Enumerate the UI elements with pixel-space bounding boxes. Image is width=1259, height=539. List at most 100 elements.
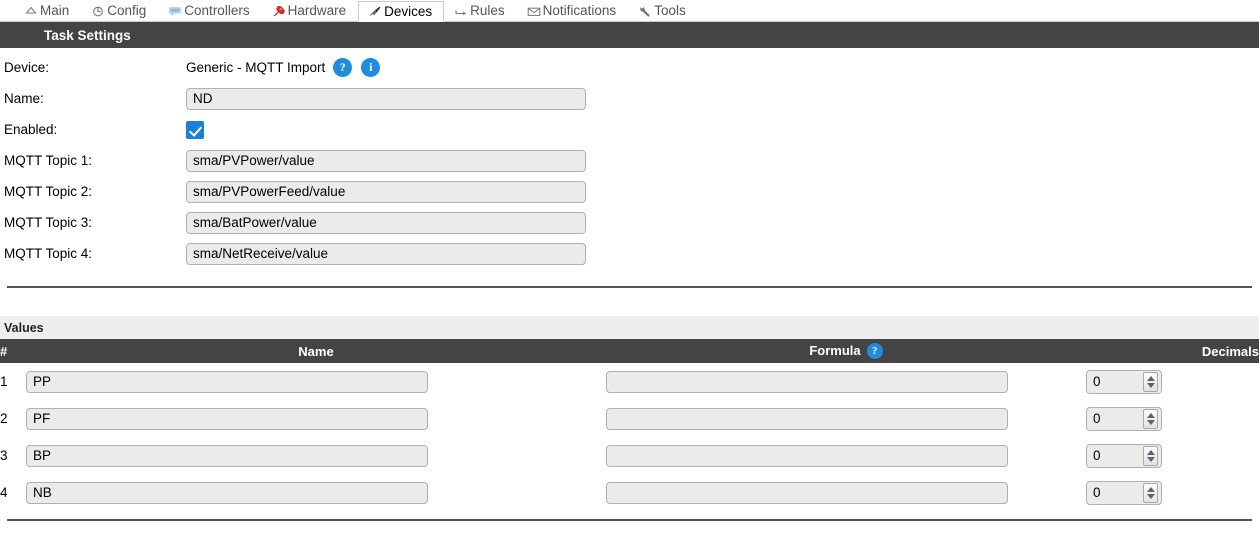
help-icon[interactable]: ? <box>333 58 353 77</box>
info-icon[interactable]: i <box>361 58 381 77</box>
decimals-input-2[interactable] <box>1087 411 1143 426</box>
task-settings-form: Device: Generic - MQTT Import ? i Name: … <box>0 48 1259 269</box>
column-header-number: # <box>0 339 26 363</box>
row-name-cell <box>26 437 606 474</box>
chevron-up-icon[interactable] <box>1146 375 1155 381</box>
formula-help-icon[interactable]: ? <box>866 343 883 360</box>
row-name-cell <box>26 400 606 437</box>
chevron-down-icon[interactable] <box>1146 493 1155 499</box>
stepper-arrows-4[interactable] <box>1143 482 1158 503</box>
table-row: 1 <box>0 363 1259 400</box>
tab-tools[interactable]: Tools <box>628 0 698 21</box>
value-formula-input-1[interactable] <box>606 370 1008 393</box>
chevron-up-icon[interactable] <box>1146 412 1155 418</box>
tab-label: Config <box>107 3 147 19</box>
tab-label: Hardware <box>287 3 347 19</box>
device-value: Generic - MQTT Import <box>186 60 326 75</box>
home-icon <box>24 5 38 18</box>
enabled-row: Enabled: <box>0 114 1259 145</box>
mqtt-topic-2-label: MQTT Topic 2: <box>4 184 93 199</box>
tab-label: Main <box>40 3 70 19</box>
decimals-stepper-1[interactable] <box>1086 369 1162 394</box>
decimals-stepper-4[interactable] <box>1086 480 1162 505</box>
tab-label: Rules <box>470 3 505 19</box>
mqtt-topic-3-input[interactable] <box>186 211 586 234</box>
row-formula-cell <box>606 437 1086 474</box>
name-label: Name: <box>4 91 44 106</box>
values-section-header: Values <box>0 316 1259 339</box>
mqtt-topic-1-label: MQTT Topic 1: <box>4 153 93 168</box>
pushpin-icon <box>272 5 286 18</box>
stepper-arrows-3[interactable] <box>1143 445 1158 466</box>
values-section-label: Values <box>4 320 44 335</box>
gear-icon <box>91 5 105 18</box>
decimals-input-3[interactable] <box>1087 448 1143 463</box>
stepper-arrows-2[interactable] <box>1143 408 1158 429</box>
tab-label: Controllers <box>184 3 250 19</box>
task-settings-header: Task Settings <box>0 22 1259 48</box>
row-decimals-cell <box>1086 400 1259 437</box>
mqtt-topic-4-row: MQTT Topic 4: <box>0 238 1259 269</box>
column-header-formula: Formula? <box>606 339 1086 363</box>
value-name-input-2[interactable] <box>26 407 428 430</box>
tab-main[interactable]: Main <box>14 0 81 21</box>
row-formula-cell <box>606 474 1086 511</box>
decimals-stepper-2[interactable] <box>1086 406 1162 431</box>
tab-label: Notifications <box>542 3 617 19</box>
row-decimals-cell <box>1086 363 1259 400</box>
value-formula-input-4[interactable] <box>606 481 1008 504</box>
column-header-decimals: Decimals <box>1086 339 1259 363</box>
envelope-icon <box>527 5 541 18</box>
value-formula-input-2[interactable] <box>606 407 1008 430</box>
chevron-up-icon[interactable] <box>1146 486 1155 492</box>
enabled-checkbox[interactable] <box>186 120 204 139</box>
value-name-input-4[interactable] <box>26 481 428 504</box>
tab-rules[interactable]: Rules <box>444 0 517 21</box>
row-formula-cell <box>606 400 1086 437</box>
device-row: Device: Generic - MQTT Import ? i <box>0 52 1259 83</box>
row-formula-cell <box>606 363 1086 400</box>
mqtt-topic-4-label: MQTT Topic 4: <box>4 246 93 261</box>
arrow-icon <box>454 5 468 18</box>
task-name-input[interactable] <box>186 87 586 110</box>
decimals-stepper-3[interactable] <box>1086 443 1162 468</box>
values-table: # Name Formula? Decimals 1 PP 0 2 PF 0 3… <box>0 339 1259 511</box>
row-decimals-cell <box>1086 474 1259 511</box>
tab-notifications[interactable]: Notifications <box>517 0 629 21</box>
table-row: 3 <box>0 437 1259 474</box>
plug-icon <box>368 5 382 18</box>
mqtt-topic-2-input[interactable] <box>186 180 586 203</box>
values-table-header-row: # Name Formula? Decimals <box>0 339 1259 363</box>
row-number: 1 <box>0 374 8 389</box>
row-name-cell <box>26 474 606 511</box>
chevron-down-icon[interactable] <box>1146 456 1155 462</box>
mqtt-topic-3-row: MQTT Topic 3: <box>0 207 1259 238</box>
chat-icon <box>168 5 182 18</box>
tab-config[interactable]: Config <box>81 0 158 21</box>
task-settings-title: Task Settings <box>44 27 131 43</box>
tab-controllers[interactable]: Controllers <box>158 0 261 21</box>
mqtt-topic-2-row: MQTT Topic 2: <box>0 176 1259 207</box>
chevron-down-icon[interactable] <box>1146 382 1155 388</box>
mqtt-topic-1-row: MQTT Topic 1: <box>0 145 1259 176</box>
column-header-formula-label: Formula <box>809 342 861 358</box>
mqtt-topic-1-input[interactable] <box>186 149 586 172</box>
chevron-down-icon[interactable] <box>1146 419 1155 425</box>
decimals-input-4[interactable] <box>1087 485 1143 500</box>
tab-devices[interactable]: Devices <box>358 1 445 22</box>
table-row: 4 <box>0 474 1259 511</box>
value-name-input-3[interactable] <box>26 444 428 467</box>
main-navigation-tabs: Main Config Controllers Hardware Devices… <box>0 0 1259 22</box>
value-formula-input-3[interactable] <box>606 444 1008 467</box>
name-row: Name: <box>0 83 1259 114</box>
row-name-cell <box>26 363 606 400</box>
tab-label: Tools <box>654 3 686 19</box>
row-number: 4 <box>0 485 8 500</box>
stepper-arrows-1[interactable] <box>1143 371 1158 392</box>
tab-hardware[interactable]: Hardware <box>262 0 359 21</box>
chevron-up-icon[interactable] <box>1146 449 1155 455</box>
table-row: 2 <box>0 400 1259 437</box>
decimals-input-1[interactable] <box>1087 374 1143 389</box>
value-name-input-1[interactable] <box>26 370 428 393</box>
mqtt-topic-4-input[interactable] <box>186 242 586 265</box>
